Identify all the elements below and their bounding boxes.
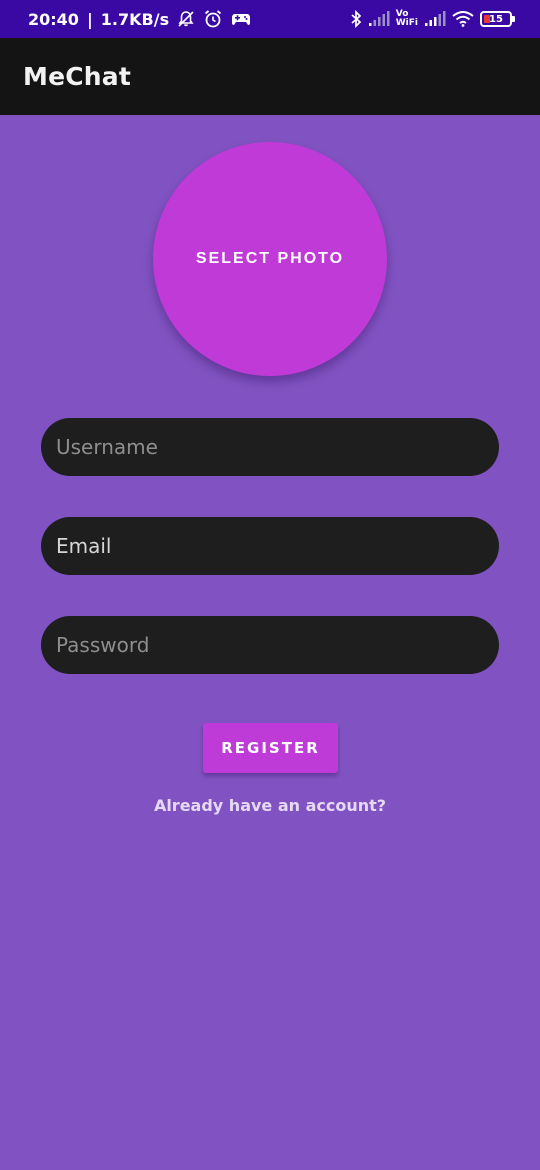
game-controller-icon [231, 11, 251, 27]
battery-icon: 15 [480, 11, 515, 27]
alarm-icon [203, 9, 223, 29]
battery-level: 15 [489, 13, 503, 25]
app-bar: MeChat [0, 38, 540, 115]
signal-icon [368, 11, 390, 27]
signal-icon [424, 11, 446, 27]
password-field[interactable] [41, 616, 499, 674]
status-separator: | [86, 9, 93, 29]
mute-bell-icon [177, 10, 195, 28]
status-right: Vo WiFi 15 [350, 10, 515, 28]
login-link[interactable]: Already have an account? [0, 796, 540, 815]
register-button[interactable]: REGISTER [203, 723, 338, 773]
email-field[interactable] [41, 517, 499, 575]
status-time: 20:40 [28, 9, 79, 29]
vowifi-indicator: Vo WiFi [396, 10, 418, 28]
network-speed: 1.7KB/s [100, 9, 170, 29]
select-photo-button[interactable]: SELECT PHOTO [153, 142, 387, 376]
wifi-icon [452, 11, 474, 27]
app-title: MeChat [23, 62, 131, 91]
vowifi-bottom: WiFi [395, 18, 418, 28]
bluetooth-icon [350, 10, 362, 28]
status-left: 20:40 | 1.7KB/s [28, 9, 251, 29]
username-field[interactable] [41, 418, 499, 476]
battery-nub [512, 16, 515, 22]
status-bar: 20:40 | 1.7KB/s Vo WiFi 15 [0, 0, 540, 38]
